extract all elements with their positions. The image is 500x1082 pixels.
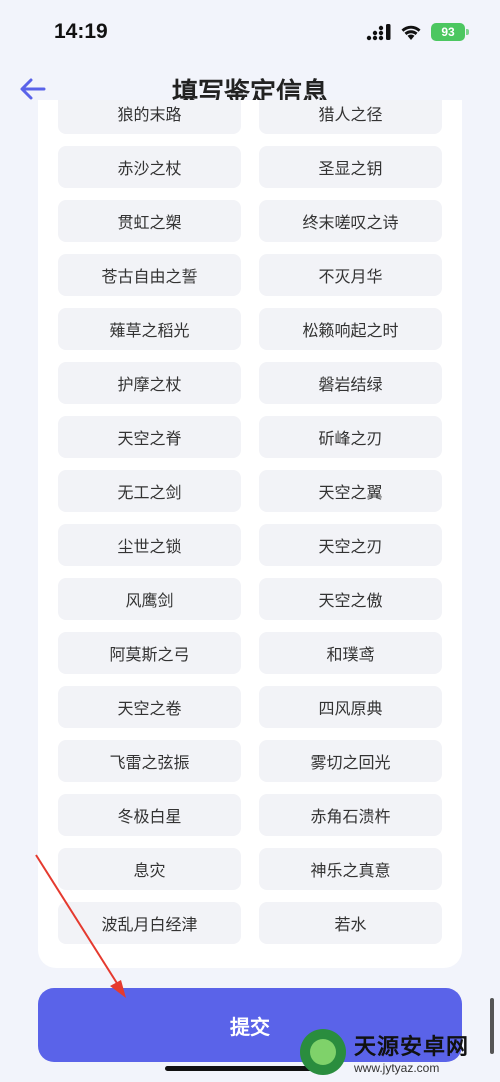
option-button[interactable]: 雾切之回光 [259, 740, 442, 782]
option-button[interactable]: 若水 [259, 902, 442, 944]
option-button[interactable]: 息灾 [58, 848, 241, 890]
wifi-icon [401, 25, 421, 40]
battery-icon: 93 [431, 23, 469, 41]
weapon-options-grid: 狼的末路 猎人之径 赤沙之杖 圣显之钥 贯虹之槊 终末嗟叹之诗 苍古自由之誓 不… [58, 100, 442, 944]
option-button[interactable]: 飞雷之弦振 [58, 740, 241, 782]
option-button[interactable]: 不灭月华 [259, 254, 442, 296]
option-button[interactable]: 尘世之锁 [58, 524, 241, 566]
option-button[interactable]: 天空之傲 [259, 578, 442, 620]
option-button[interactable]: 神乐之真意 [259, 848, 442, 890]
option-button[interactable]: 圣显之钥 [259, 146, 442, 188]
cellular-signal-icon [366, 24, 391, 41]
option-button[interactable]: 护摩之杖 [58, 362, 241, 404]
option-button[interactable]: 赤角石溃杵 [259, 794, 442, 836]
option-button[interactable]: 天空之脊 [58, 416, 241, 458]
watermark-url: www.jytyaz.com [354, 1061, 440, 1075]
option-button[interactable]: 天空之翼 [259, 470, 442, 512]
option-button[interactable]: 狼的末路 [58, 100, 241, 134]
option-button[interactable]: 和璞鸢 [259, 632, 442, 674]
status-time: 14:19 [54, 20, 108, 43]
option-button[interactable]: 猎人之径 [259, 100, 442, 134]
option-button[interactable]: 苍古自由之誓 [58, 254, 241, 296]
option-button[interactable]: 赤沙之杖 [58, 146, 241, 188]
option-button[interactable]: 终末嗟叹之诗 [259, 200, 442, 242]
option-button[interactable]: 磐岩结绿 [259, 362, 442, 404]
option-button[interactable]: 薙草之稻光 [58, 308, 241, 350]
option-button[interactable]: 天空之刃 [259, 524, 442, 566]
options-card: 狼的末路 猎人之径 赤沙之杖 圣显之钥 贯虹之槊 终末嗟叹之诗 苍古自由之誓 不… [38, 100, 462, 968]
battery-level: 93 [441, 25, 455, 39]
option-button[interactable]: 阿莫斯之弓 [58, 632, 241, 674]
option-button[interactable]: 无工之剑 [58, 470, 241, 512]
watermark: 天源安卓网 www.jytyaz.com [300, 1022, 500, 1082]
watermark-title: 天源安卓网 [354, 1034, 470, 1059]
option-button[interactable]: 风鹰剑 [58, 578, 241, 620]
option-button[interactable]: 天空之卷 [58, 686, 241, 728]
option-button[interactable]: 贯虹之槊 [58, 200, 241, 242]
option-button[interactable]: 松籁响起之时 [259, 308, 442, 350]
option-button[interactable]: 四风原典 [259, 686, 442, 728]
option-button[interactable]: 冬极白星 [58, 794, 241, 836]
option-button[interactable]: 斫峰之刃 [259, 416, 442, 458]
watermark-logo-icon [300, 1029, 346, 1075]
option-button[interactable]: 波乱月白经津 [58, 902, 241, 944]
status-bar: 14:19 93 [0, 0, 500, 64]
